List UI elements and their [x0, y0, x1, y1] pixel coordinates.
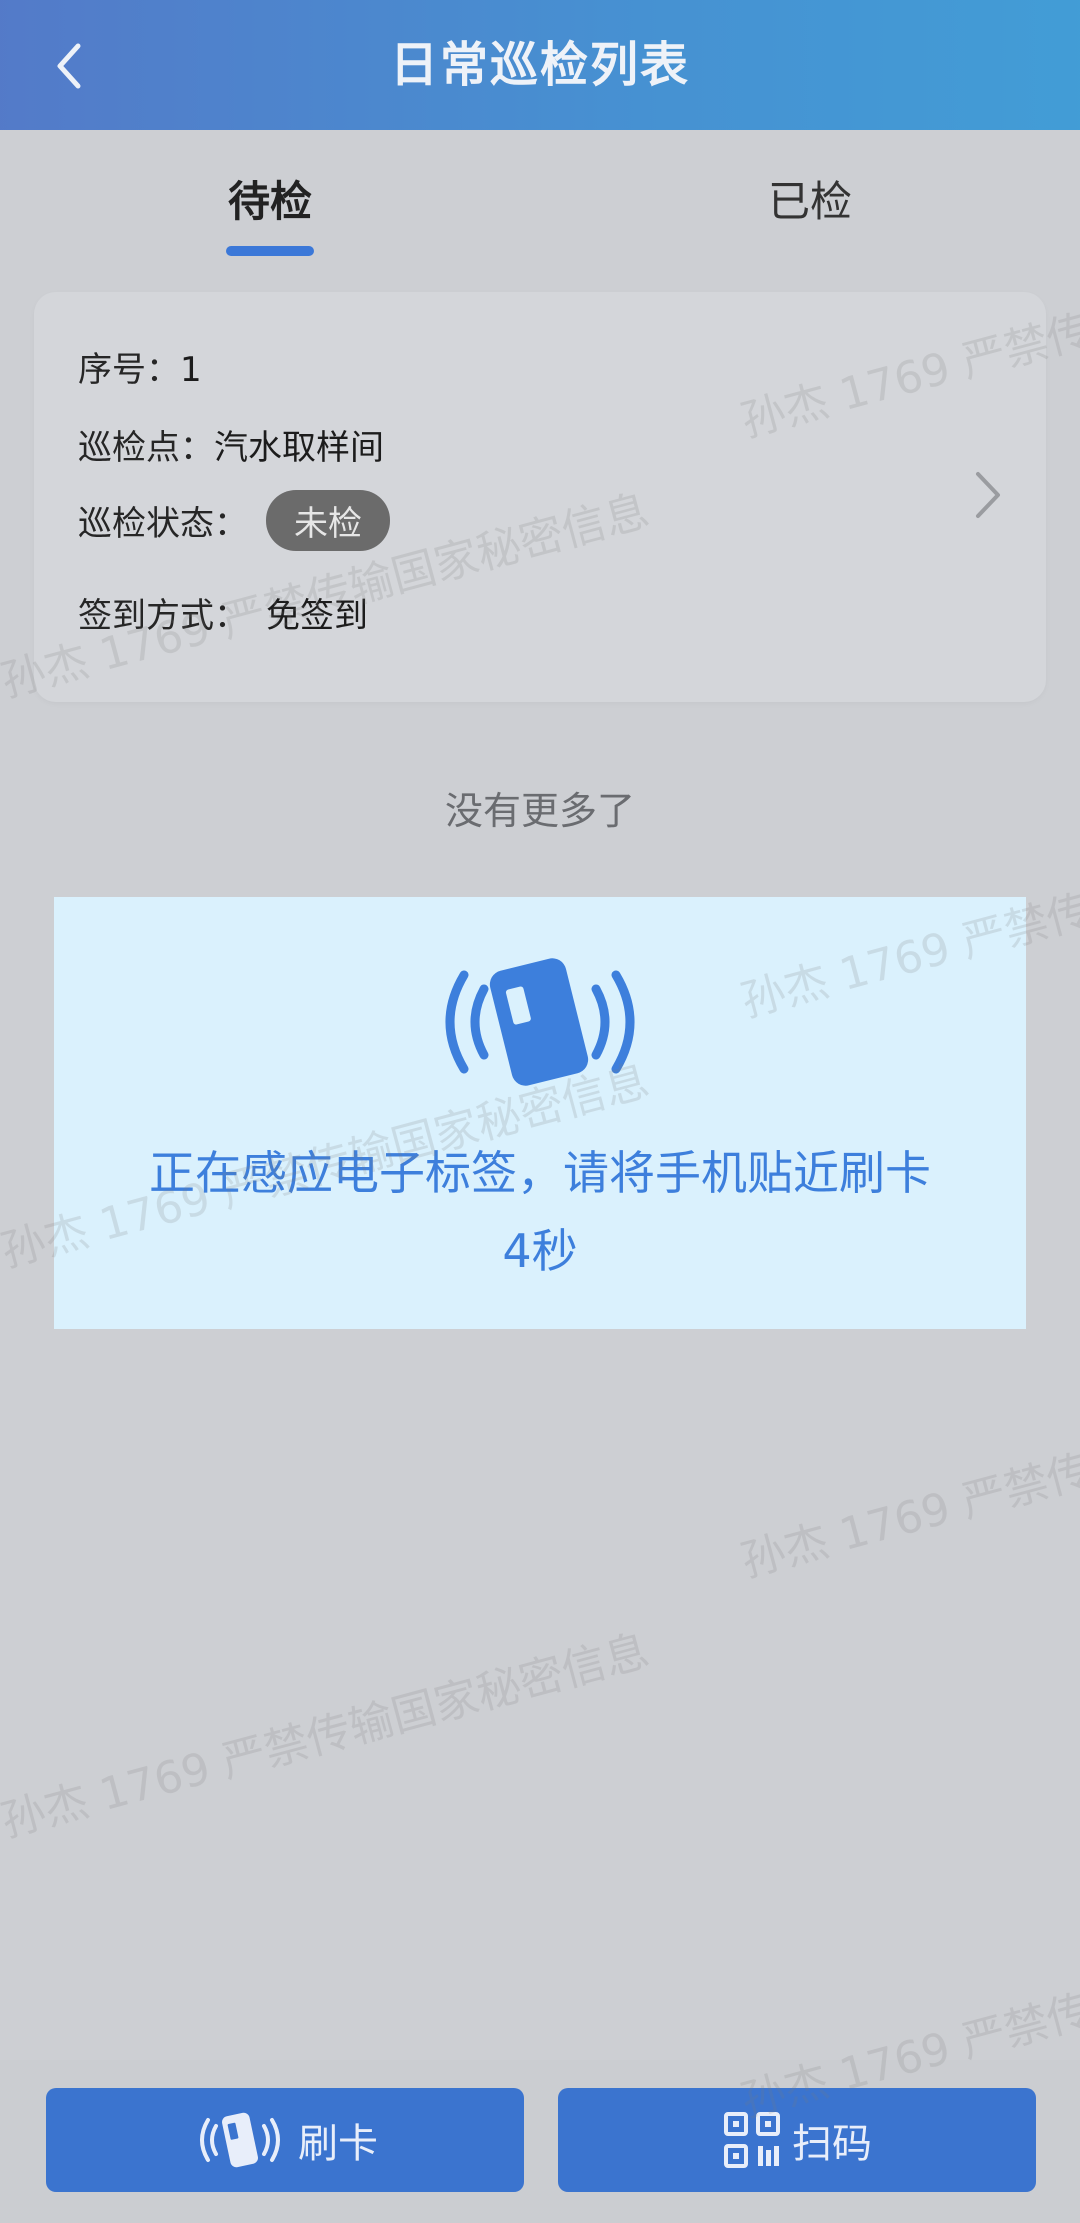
signin-label: 签到方式：	[78, 596, 248, 636]
tab-bar: 待检 已检	[0, 130, 1080, 260]
point-value: 汽水取样间	[214, 428, 384, 468]
list-end-text: 没有更多了	[444, 789, 635, 833]
nfc-card-icon	[200, 2112, 280, 2168]
nfc-message: 正在感应电子标签，请将手机贴近刷卡	[149, 1146, 931, 1200]
status-row: 巡检状态： 未检	[78, 490, 390, 551]
bottom-action-bar: 刷卡 扫码	[0, 2060, 1080, 2223]
swipe-card-button[interactable]: 刷卡	[46, 2088, 524, 2192]
swipe-card-label: 刷卡	[298, 2121, 378, 2167]
status-label: 巡检状态：	[78, 504, 248, 544]
watermark-text: 孙杰 1769 严禁传输国家秘密信息	[0, 1625, 655, 1848]
signin-row: 签到方式： 免签到	[78, 588, 368, 637]
active-tab-indicator	[226, 246, 314, 256]
point-label: 巡检点：	[78, 428, 214, 468]
watermark-text: 孙杰 1769 严禁传输国家秘密信息	[735, 1365, 1080, 1588]
nfc-countdown: 4秒	[502, 1224, 578, 1278]
seq-label: 序号：	[78, 350, 180, 390]
signin-value: 免签到	[266, 596, 368, 636]
scan-qr-label: 扫码	[792, 2121, 872, 2167]
seq-value: 1	[180, 350, 202, 390]
scan-qr-button[interactable]: 扫码	[558, 2088, 1036, 2192]
tab-pending[interactable]: 待检	[228, 168, 312, 229]
page-title: 日常巡检列表	[389, 37, 690, 93]
chevron-right-icon	[976, 472, 1000, 518]
inspection-card[interactable]: 序号：1 巡检点：汽水取样间 巡检状态： 未检 签到方式： 免签到	[34, 292, 1046, 702]
status-badge: 未检	[266, 490, 390, 551]
tab-done[interactable]: 已检	[768, 168, 852, 229]
point-row: 巡检点：汽水取样间	[78, 420, 384, 469]
nfc-scan-dialog: 正在感应电子标签，请将手机贴近刷卡 4秒	[54, 897, 1026, 1329]
seq-row: 序号：1	[78, 342, 202, 391]
qr-code-icon	[724, 2112, 780, 2168]
nfc-card-icon	[445, 958, 635, 1086]
